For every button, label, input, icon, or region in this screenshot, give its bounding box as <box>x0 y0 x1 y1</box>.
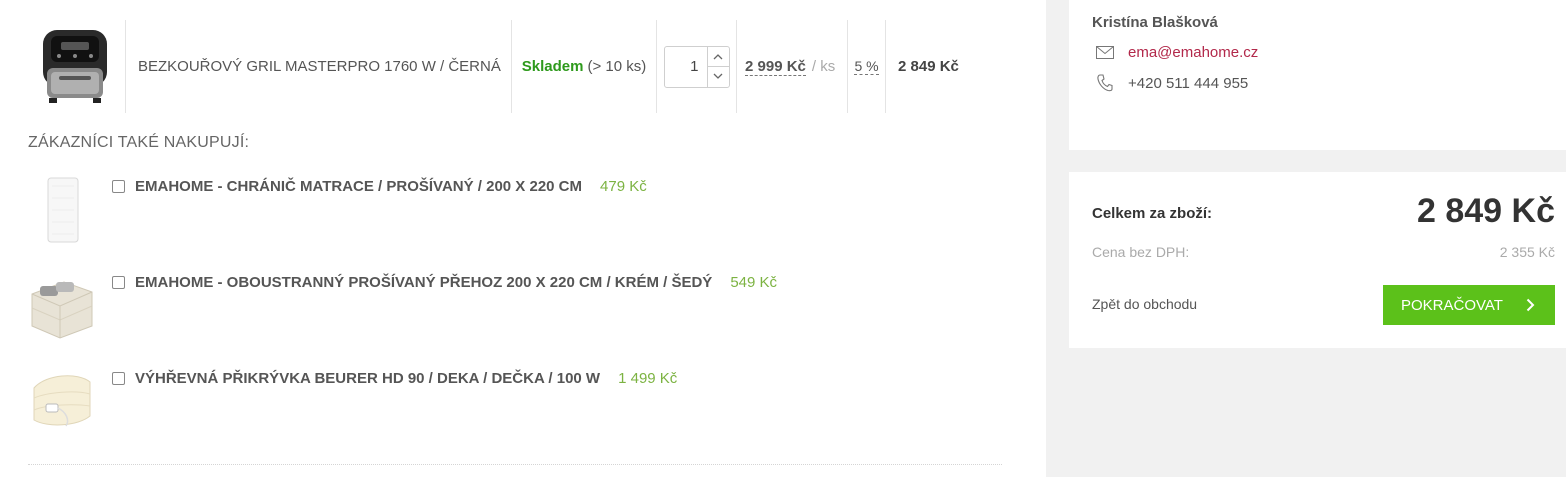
upsell-image-cell <box>24 268 100 344</box>
contact-email-line: ema@emahome.cz <box>1096 43 1258 61</box>
upsell-title: ZÁKAZNÍCI TAKÉ NAKUPUJÍ: <box>28 134 250 151</box>
chevron-down-icon <box>713 73 723 80</box>
unit-price: 2 999 Kč <box>745 57 806 76</box>
discount-cell: 5 % <box>848 20 886 113</box>
upsell-image-cell <box>24 364 100 440</box>
quantity-cell: 1 <box>657 20 737 113</box>
continue-button[interactable]: POKRAČOVAT <box>1383 285 1555 325</box>
divider <box>28 464 1002 465</box>
mattress-protector-image[interactable] <box>42 172 82 246</box>
bedspread-image[interactable] <box>26 268 98 340</box>
order-sidebar: Kristína Blašková ema@emahome.cz +420 51… <box>1046 0 1566 477</box>
upsell-image-cell <box>24 172 100 248</box>
phone-icon <box>1096 74 1114 92</box>
upsell-item: VÝHŘEVNÁ PŘIKRÝVKA BEURER HD 90 / DEKA /… <box>24 364 677 440</box>
upsell-item-name[interactable]: EMAHOME - OBOUSTRANNÝ PROŠÍVANÝ PŘEHOZ 2… <box>135 274 712 291</box>
upsell-item-name[interactable]: EMAHOME - CHRÁNIČ MATRACE / PROŠÍVANÝ / … <box>135 178 582 195</box>
upsell-item-price: 1 499 Kč <box>618 370 678 387</box>
continue-button-label: POKRAČOVAT <box>1401 296 1503 314</box>
cart-item-name[interactable]: BEZKOUŘOVÝ GRIL MASTERPRO 1760 W / ČERNÁ <box>126 20 512 113</box>
total-label: Celkem za zboží: <box>1092 205 1213 222</box>
upsell-item: EMAHOME - OBOUSTRANNÝ PROŠÍVANÝ PŘEHOZ 2… <box>24 268 777 344</box>
chevron-up-icon <box>713 53 723 60</box>
net-price-value: 2 355 Kč <box>1499 244 1555 260</box>
air-fryer-grill-image[interactable] <box>29 24 121 110</box>
contact-name: Kristína Blašková <box>1092 14 1218 31</box>
total-value: 2 849 Kč <box>1417 192 1555 230</box>
upsell-item-price: 549 Kč <box>730 274 778 291</box>
stock-status-label: Skladem <box>521 58 584 75</box>
contact-email[interactable]: ema@emahome.cz <box>1128 44 1258 61</box>
summary-panel: Celkem za zboží: 2 849 Kč Cena bez DPH: … <box>1069 172 1566 348</box>
back-to-shop-link[interactable]: Zpět do obchodu <box>1092 296 1197 312</box>
upsell-item-price: 479 Kč <box>600 178 647 195</box>
contact-panel: Kristína Blašková ema@emahome.cz +420 51… <box>1069 0 1566 150</box>
quantity-decrease-button[interactable] <box>707 66 729 87</box>
upsell-checkbox[interactable] <box>112 276 125 289</box>
quantity-input[interactable]: 1 <box>665 47 707 87</box>
upsell-item: EMAHOME - CHRÁNIČ MATRACE / PROŠÍVANÝ / … <box>24 172 647 248</box>
unit-price-cell: 2 999 Kč / ks <box>737 20 848 113</box>
upsell-item-name[interactable]: VÝHŘEVNÁ PŘIKRÝVKA BEURER HD 90 / DEKA /… <box>135 370 600 387</box>
quantity-stepper[interactable]: 1 <box>663 45 730 88</box>
net-price-label: Cena bez DPH: <box>1092 244 1190 260</box>
cart-item-row: BEZKOUŘOVÝ GRIL MASTERPRO 1760 W / ČERNÁ… <box>24 20 959 113</box>
cart-item-total: 2 849 Kč <box>898 58 959 75</box>
discount-value: 5 % <box>854 58 879 75</box>
quantity-increase-button[interactable] <box>708 47 729 67</box>
upsell-checkbox[interactable] <box>112 180 125 193</box>
contact-phone-line: +420 511 444 955 <box>1096 74 1248 92</box>
stock-quantity: (> 10 ks) <box>587 58 647 75</box>
unit-label: / ks <box>811 58 836 75</box>
heated-blanket-image[interactable] <box>26 364 98 434</box>
upsell-checkbox[interactable] <box>112 372 125 385</box>
cart-item-image-cell <box>24 20 126 113</box>
chevron-right-icon <box>1526 298 1535 312</box>
contact-phone[interactable]: +420 511 444 955 <box>1128 75 1248 92</box>
envelope-icon <box>1096 43 1114 61</box>
quantity-buttons <box>706 46 729 87</box>
stock-status: Skladem (> 10 ks) <box>512 20 657 113</box>
cart-main: BEZKOUŘOVÝ GRIL MASTERPRO 1760 W / ČERNÁ… <box>0 0 1046 477</box>
